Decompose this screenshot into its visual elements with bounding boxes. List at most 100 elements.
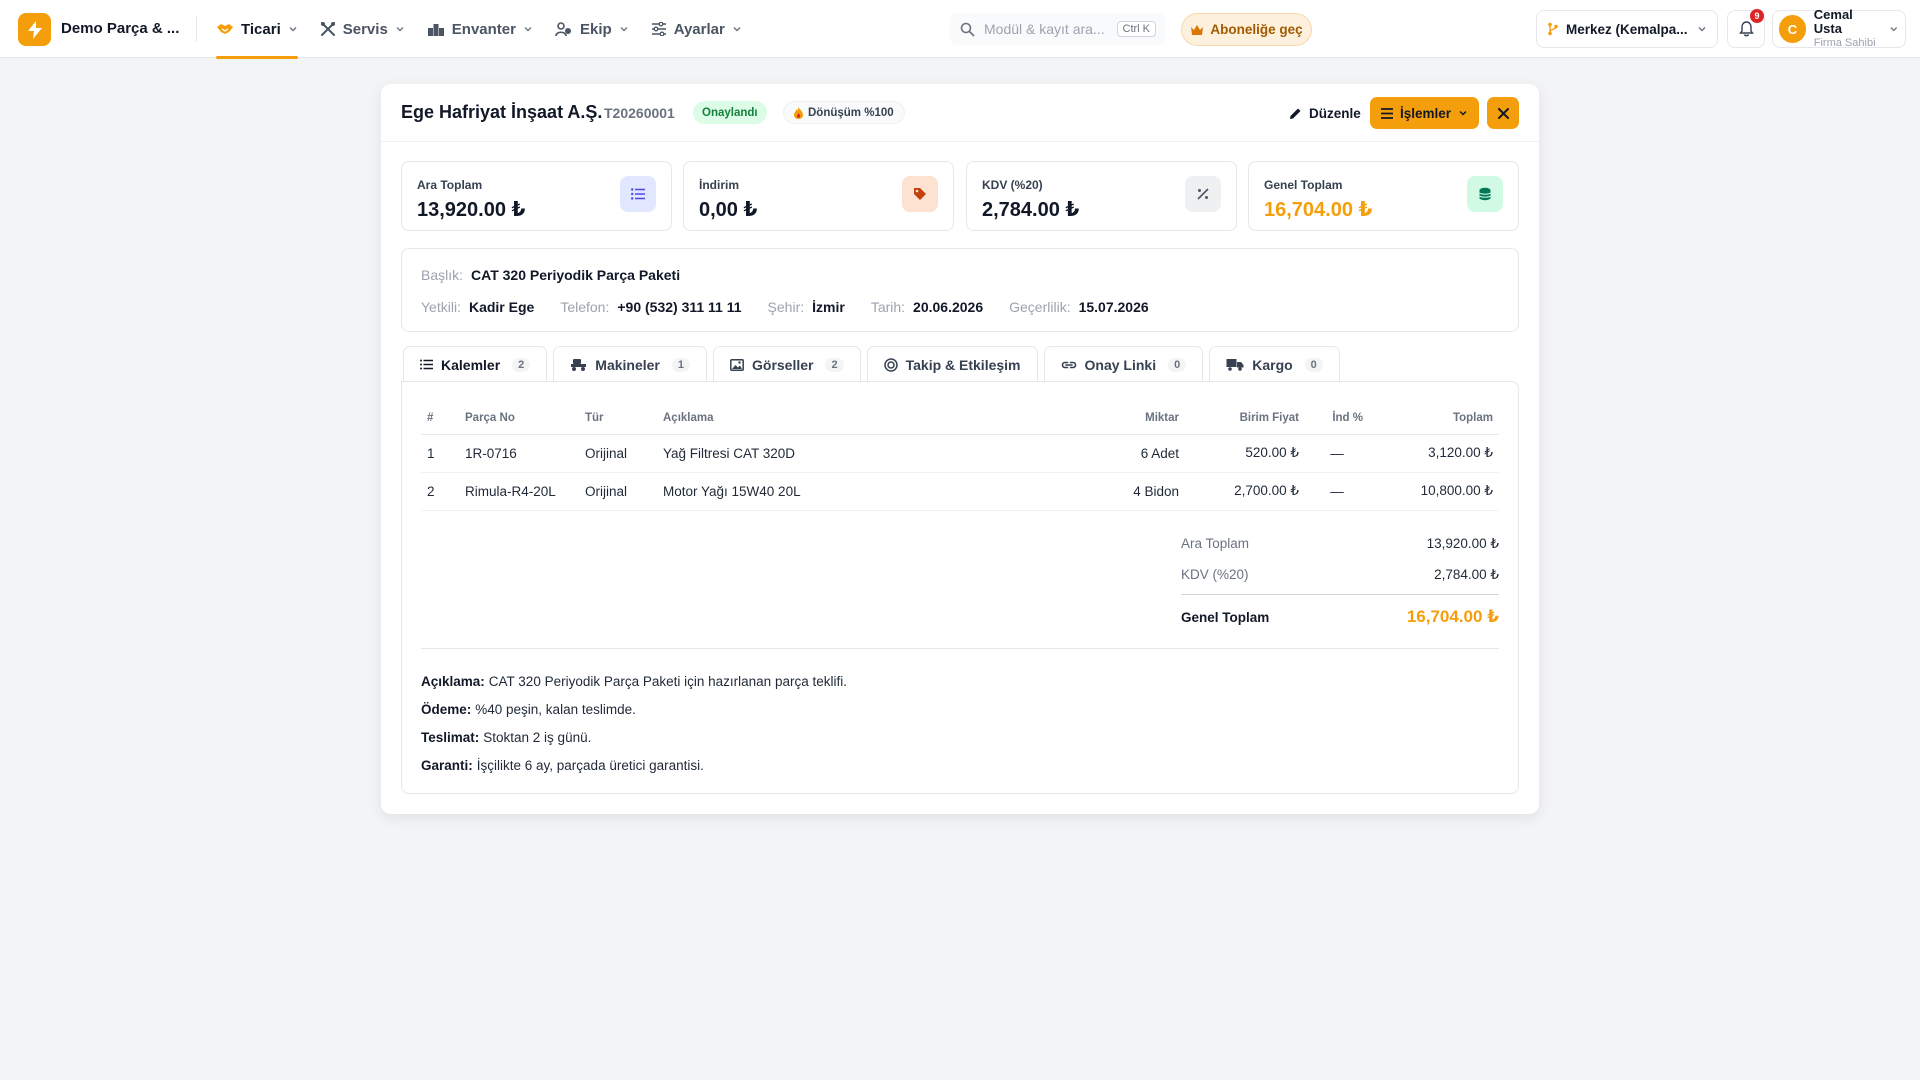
tab-count: 1: [671, 357, 690, 372]
table-row[interactable]: 1 1R-0716 Orijinal Yağ Filtresi CAT 320D…: [421, 434, 1499, 473]
tab-kalemler[interactable]: Kalemler 2: [403, 346, 548, 382]
document-number: T20260001: [604, 105, 675, 121]
column-header: Parça No: [459, 402, 579, 435]
note-warranty: Garanti: İşçilikte 6 ay, parçada üretici …: [421, 751, 847, 779]
link-icon: [1061, 361, 1076, 368]
nav-item-servis[interactable]: Servis: [320, 0, 405, 58]
branch-label: Merkez (Kemalpa...: [1566, 21, 1688, 37]
percent-icon: [1185, 176, 1221, 212]
note-text: CAT 320 Periyodik Parça Paketi için hazı…: [488, 673, 847, 689]
grand-total-label: Genel Toplam: [1181, 609, 1270, 625]
info-label: Geçerlilik:: [1009, 299, 1071, 315]
chevron-down-icon: [1698, 27, 1706, 32]
tab-count: 2: [825, 357, 844, 372]
notification-count-badge: 9: [1750, 9, 1764, 23]
search-icon: [960, 22, 975, 37]
pencil-icon: [1290, 108, 1301, 119]
note-delivery: Teslimat: Stoktan 2 iş günü.: [421, 723, 847, 751]
info-row-details: Yetkili: Kadir Ege Telefon: +90 (532) 311 …: [421, 299, 1149, 315]
nav-item-envanter[interactable]: Envanter: [427, 0, 533, 58]
tab-kargo[interactable]: Kargo 0: [1209, 346, 1340, 382]
note-text: Stoktan 2 iş günü.: [483, 729, 592, 745]
tab-count: 2: [512, 357, 531, 372]
tab-label: Kargo: [1252, 356, 1293, 373]
cell-unit-price: 2,700.00 ₺: [1185, 472, 1305, 511]
coins-icon: [1467, 176, 1503, 212]
cell-index: 2: [421, 472, 459, 511]
note-text: İşçilikte 6 ay, parçada üretici garantis…: [476, 757, 704, 773]
tab-count: 0: [1168, 357, 1187, 372]
chevron-down-icon: [620, 27, 628, 32]
quote-notes: Açıklama: CAT 320 Periyodik Parça Paketi …: [421, 667, 847, 779]
search-input[interactable]: Modül & kayıt ara... Ctrl K: [950, 13, 1166, 45]
notifications-button[interactable]: 9: [1727, 9, 1765, 48]
app-name[interactable]: Demo Parça & ...: [61, 20, 179, 37]
tab-makineler[interactable]: Makineler 1: [553, 346, 707, 382]
actions-menu-button[interactable]: İşlemler: [1370, 97, 1479, 129]
stat-label: Ara Toplam: [417, 178, 483, 192]
branch-selector[interactable]: Merkez (Kemalpa...: [1536, 10, 1718, 48]
tab-label: Takip & Etkileşim: [905, 356, 1021, 373]
tab-label: Kalemler: [441, 356, 501, 373]
app-logo[interactable]: [18, 13, 51, 46]
note-label: Açıklama:: [421, 673, 485, 689]
close-button[interactable]: [1487, 97, 1519, 129]
cell-description: Motor Yağı 15W40 20L: [657, 472, 1095, 511]
cell-type: Orijinal: [579, 472, 657, 511]
cell-discount: —: [1305, 434, 1369, 473]
subscribe-button[interactable]: Aboneliğe geç: [1181, 13, 1312, 46]
note-label: Garanti:: [421, 757, 473, 773]
stat-value: 13,920.00 ₺: [417, 199, 526, 221]
info-date: 20.06.2026: [913, 299, 984, 315]
company-title: Ege Hafriyat İnşaat A.Ş.: [401, 102, 603, 122]
tab-label: Görseller: [752, 356, 814, 373]
nav-item-ticari[interactable]: Ticari: [216, 0, 298, 59]
note-description: Açıklama: CAT 320 Periyodik Parça Paketi …: [421, 667, 847, 695]
items-table: # Parça No Tür Açıklama Miktar Birim Fiy…: [421, 402, 1499, 511]
cell-index: 1: [421, 434, 459, 473]
subtotal-row: Ara Toplam 13,920.00 ₺: [1181, 528, 1499, 559]
user-menu[interactable]: C Cemal Usta Firma Sahibi: [1772, 8, 1906, 49]
tab-onay-linki[interactable]: Onay Linki 0: [1043, 346, 1204, 382]
lightning-icon: [27, 20, 42, 39]
bell-icon: [1738, 21, 1754, 37]
table-row[interactable]: 2 Rimula-R4-20L Orijinal Motor Yağı 15W4…: [421, 472, 1499, 511]
vat-value: 2,784.00 ₺: [1434, 566, 1499, 582]
edit-button[interactable]: Düzenle: [1281, 98, 1369, 128]
flame-icon: [794, 106, 803, 119]
nav-item-ayarlar[interactable]: Ayarlar: [651, 0, 742, 58]
tab-takip-etkilesim[interactable]: Takip & Etkileşim: [866, 346, 1038, 382]
info-label: Tarih:: [870, 299, 906, 315]
tab-gorseller[interactable]: Görseller 2: [713, 346, 861, 382]
stat-value: 16,704.00 ₺: [1264, 199, 1373, 221]
nav-item-label: Ayarlar: [673, 20, 725, 38]
nav-item-ekip[interactable]: Ekip: [555, 0, 629, 58]
cell-total: 3,120.00 ₺: [1369, 434, 1499, 473]
cell-type: Orijinal: [579, 434, 657, 473]
crown-icon: [1191, 24, 1204, 35]
tab-panel-kalemler: # Parça No Tür Açıklama Miktar Birim Fiy…: [401, 381, 1519, 794]
info-label: Telefon:: [560, 299, 610, 315]
image-icon: [730, 358, 744, 371]
divider: [421, 648, 1499, 649]
nav-item-label: Envanter: [451, 20, 516, 38]
close-icon: [1497, 107, 1509, 119]
chevron-down-icon: [733, 27, 741, 32]
quote-info: Başlık: CAT 320 Periyodik Parça Paketi Ye…: [401, 248, 1519, 332]
nav-item-label: Ekip: [580, 20, 612, 38]
stat-card-grand-total: Genel Toplam 16,704.00 ₺: [1248, 161, 1519, 231]
nav-item-label: Ticari: [241, 20, 281, 38]
stat-value: 0,00 ₺: [699, 199, 758, 221]
tools-icon: [320, 22, 335, 36]
subtotal-value: 13,920.00 ₺: [1426, 535, 1499, 551]
menu-icon: [1380, 107, 1393, 119]
chevron-down-icon: [396, 27, 404, 32]
conversion-badge: Dönüşüm %100: [783, 101, 905, 124]
column-header: #: [421, 402, 459, 435]
list-icon: [420, 359, 433, 370]
grand-total-row: Genel Toplam 16,704.00 ₺: [1181, 595, 1499, 639]
column-header: Toplam: [1369, 402, 1499, 435]
stat-card-subtotal: Ara Toplam 13,920.00 ₺: [401, 161, 672, 231]
handshake-icon: [217, 24, 233, 34]
vat-row: KDV (%20) 2,784.00 ₺: [1181, 559, 1499, 590]
